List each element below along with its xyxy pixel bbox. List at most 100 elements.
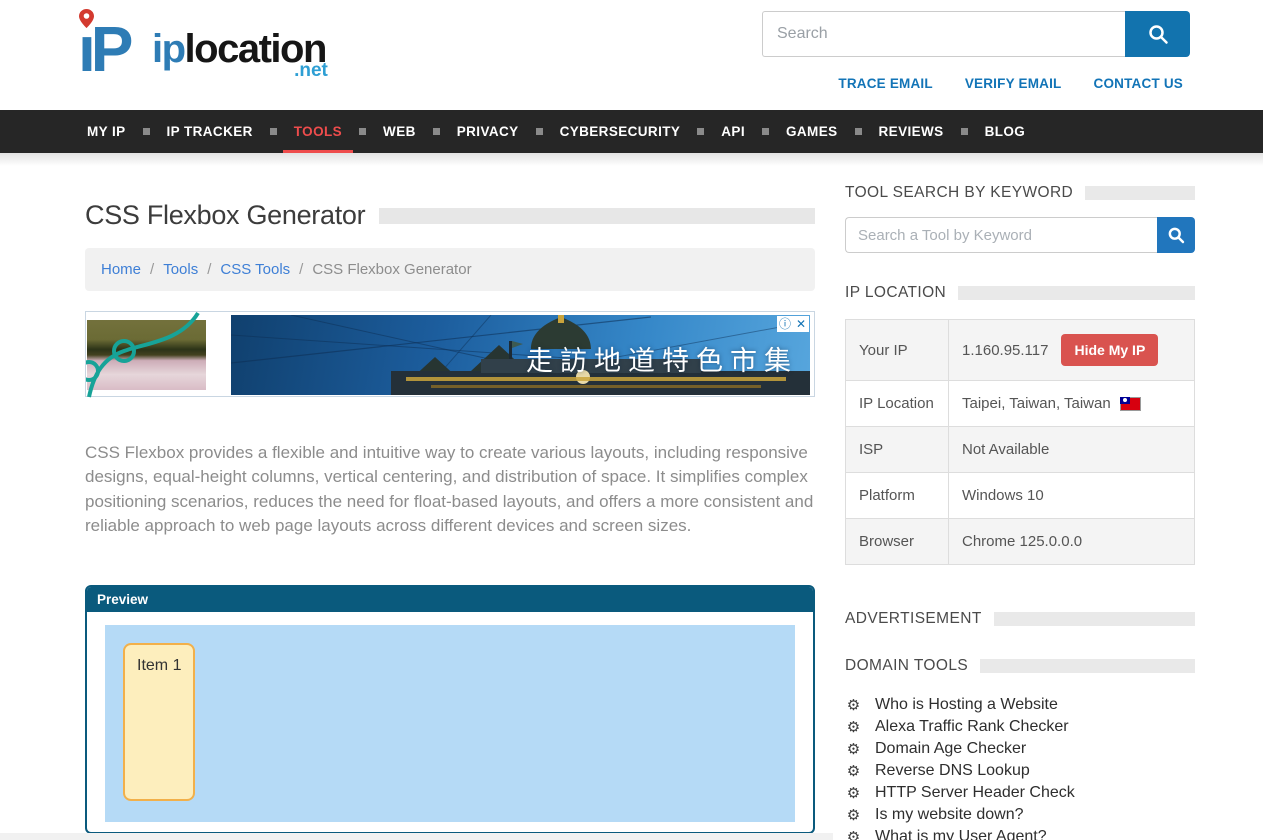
search-icon [1167,226,1185,244]
title-row: CSS Flexbox Generator [85,200,815,231]
domain-tool-link-hosting[interactable]: Who is Hosting a Website [875,696,1058,714]
nav-item-privacy[interactable]: PRIVACY [440,110,536,153]
logo-wordmark: iplocation .net [152,20,326,88]
tool-search-heading-label: TOOL SEARCH BY KEYWORD [845,184,1073,202]
hide-my-ip-button[interactable]: Hide My IP [1061,334,1158,366]
list-item: ⚙ Reverse DNS Lookup [845,760,1195,782]
ad-close-icon[interactable]: ✕ [793,316,809,332]
nav-item-cybersecurity[interactable]: CYBERSECURITY [543,110,698,153]
tool-search-form [845,217,1195,253]
gear-icon: ⚙ [845,718,862,736]
nav-separator [855,128,862,135]
logo-word-net: .net [294,42,328,100]
gear-icon: ⚙ [845,696,862,714]
nav-item-tools-label: TOOLS [294,124,342,139]
header-search-form [762,11,1190,57]
list-item: ⚙ Who is Hosting a Website [845,694,1195,716]
active-tab-underline [283,150,353,153]
contact-us-link[interactable]: CONTACT US [1094,76,1184,91]
main-column: CSS Flexbox Generator Home / Tools / CSS… [85,166,815,840]
logo-word-ip: ip [152,27,185,71]
table-row: Your IP 1.160.95.117 Hide My IP [846,320,1195,381]
domain-tool-link-reverse-dns[interactable]: Reverse DNS Lookup [875,762,1030,780]
heading-decorative-bar [958,286,1195,300]
domain-tools-list: ⚙ Who is Hosting a Website ⚙ Alexa Traff… [845,694,1195,840]
heading-decorative-bar [994,612,1195,626]
preview-card: Preview Item 1 [85,585,815,834]
sidebar: TOOL SEARCH BY KEYWORD IP LOCATION [845,166,1195,840]
row-value: Chrome 125.0.0.0 [949,519,1195,565]
ad-info-icon[interactable]: ⓘ [777,316,793,332]
verify-email-link[interactable]: VERIFY EMAIL [965,76,1062,91]
domain-tool-link-http-header[interactable]: HTTP Server Header Check [875,784,1075,802]
list-item: ⚙ Is my website down? [845,804,1195,826]
site-header: ıP iplocation .net TRACE EMAIL [0,0,1263,110]
nav-item-api[interactable]: API [704,110,762,153]
nav-item-web[interactable]: WEB [366,110,433,153]
ip-location-heading-label: IP LOCATION [845,284,946,302]
page-title: CSS Flexbox Generator [85,200,365,231]
ad-banner[interactable]: 走訪地道特色市集 ⓘ ✕ [85,311,815,397]
table-row: ISP Not Available [846,427,1195,473]
domain-tool-link-user-agent[interactable]: What is my User Agent? [875,828,1047,840]
breadcrumb-css-tools[interactable]: CSS Tools [220,261,290,278]
row-label: Browser [846,519,949,565]
gear-icon: ⚙ [845,806,862,824]
ad-left-route-line [86,311,216,399]
list-item: ⚙ What is my User Agent? [845,826,1195,840]
ad-caption-text: 走訪地道特色市集 [526,339,798,378]
nav-item-ip-tracker[interactable]: IP TRACKER [150,110,270,153]
breadcrumb-tools[interactable]: Tools [163,261,198,278]
domain-tool-link-website-down[interactable]: Is my website down? [875,806,1024,824]
row-value: Not Available [949,427,1195,473]
domain-tools-heading: DOMAIN TOOLS [845,657,1195,675]
table-row: Browser Chrome 125.0.0.0 [846,519,1195,565]
header-links: TRACE EMAIL VERIFY EMAIL CONTACT US [838,76,1183,91]
location-pin-icon [79,9,94,28]
tool-search-heading: TOOL SEARCH BY KEYWORD [845,184,1195,202]
gear-icon: ⚙ [845,828,862,840]
heading-decorative-bar [980,659,1195,673]
your-ip-value: 1.160.95.117 [962,342,1048,359]
site-logo[interactable]: ıP iplocation .net [78,10,326,88]
row-value: 1.160.95.117 Hide My IP [949,320,1195,381]
row-label: Platform [846,473,949,519]
ip-location-value: Taipei, Taiwan, Taiwan [962,395,1111,412]
flexbox-preview-item[interactable]: Item 1 [123,643,195,801]
nav-item-reviews[interactable]: REVIEWS [862,110,961,153]
header-search-button[interactable] [1125,11,1190,57]
row-value: Taipei, Taiwan, Taiwan [949,381,1195,427]
table-row: Platform Windows 10 [846,473,1195,519]
tool-search-input[interactable] [845,217,1157,253]
preview-body: Item 1 [87,612,813,834]
nav-item-blog[interactable]: BLOG [968,110,1043,153]
nav-item-games[interactable]: GAMES [769,110,855,153]
search-icon [1147,23,1169,45]
nav-separator [433,128,440,135]
row-value: Windows 10 [949,473,1195,519]
tool-search-button[interactable] [1157,217,1195,253]
ad-right-image: 走訪地道特色市集 ⓘ ✕ [231,315,810,395]
row-label: Your IP [846,320,949,381]
gear-icon: ⚙ [845,784,862,802]
nav-separator [143,128,150,135]
breadcrumb-home[interactable]: Home [101,261,141,278]
ip-location-table: Your IP 1.160.95.117 Hide My IP IP Locat… [845,319,1195,565]
header-search-input[interactable] [762,11,1125,57]
logo-glyph: ıP [78,10,152,88]
page: ıP iplocation .net TRACE EMAIL [0,0,1263,840]
nav-item-tools[interactable]: TOOLS [277,110,359,153]
gear-icon: ⚙ [845,740,862,758]
nav-item-my-ip[interactable]: MY IP [70,110,143,153]
breadcrumb-current: CSS Flexbox Generator [312,261,471,278]
ip-location-heading: IP LOCATION [845,284,1195,302]
nav-separator [536,128,543,135]
content-bottom-strip [0,833,833,840]
nav-separator [762,128,769,135]
domain-tool-link-domain-age[interactable]: Domain Age Checker [875,740,1026,758]
trace-email-link[interactable]: TRACE EMAIL [838,76,932,91]
advertisement-heading-label: ADVERTISEMENT [845,610,982,628]
domain-tool-link-alexa-rank[interactable]: Alexa Traffic Rank Checker [875,718,1069,736]
list-item: ⚙ Alexa Traffic Rank Checker [845,716,1195,738]
list-item: ⚙ HTTP Server Header Check [845,782,1195,804]
